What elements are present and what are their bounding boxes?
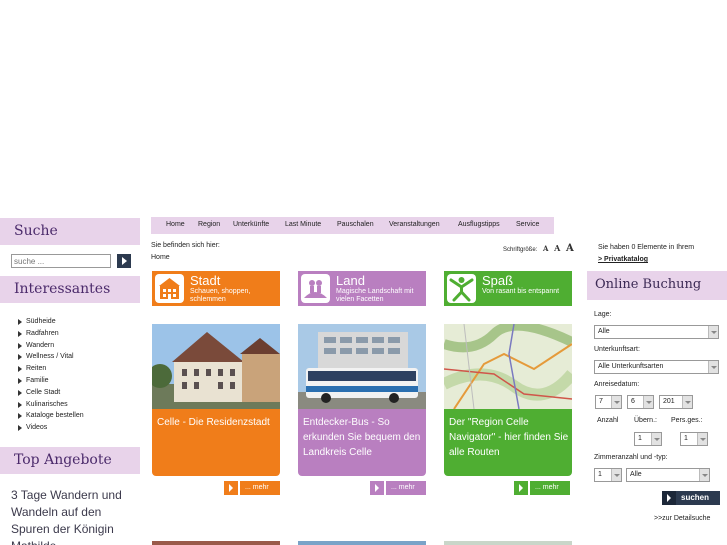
nav-ausflugstipps[interactable]: Ausflugstipps [458,221,500,228]
chevron-down-icon [651,433,661,445]
top-offers-heading: Top Angebote [0,447,140,474]
year-select[interactable]: 201 [659,395,693,409]
breadcrumb-home[interactable]: Home [151,254,170,261]
chevron-down-icon [697,433,707,445]
next-teaser-image [298,541,426,545]
top-offer-link[interactable]: 3 Tage Wandern und Wandeln auf den Spure… [11,487,139,545]
next-teaser-image [444,541,572,545]
teaser-text: Der "Region Celle Navigator" - hier find… [449,417,569,458]
chevron-down-icon [682,396,692,408]
chevron-down-icon [699,469,709,481]
nav-last-minute[interactable]: Last Minute [285,221,321,228]
font-size-label: Schriftgröße: [503,247,538,253]
interesting-link[interactable]: Südheide [16,316,84,328]
interesting-link[interactable]: Videos [16,422,84,434]
zimmer-label: Zimmeranzahl und -typ: [594,454,668,461]
nav-service[interactable]: Service [516,221,539,228]
next-teaser-image [152,541,280,545]
month-select[interactable]: 6 [627,395,654,409]
interesting-link[interactable]: Kulinarisches [16,399,84,411]
detail-search-link[interactable]: >>zur Detailsuche [654,515,710,522]
category-name: Spaß [482,273,514,288]
chevron-down-icon [708,326,718,338]
teaser-card-celle[interactable]: Celle - Die Residenzstadt [152,324,280,476]
nights-select[interactable]: 1 [634,432,662,446]
unterkunft-select[interactable]: Alle Unterkunftsarten [594,360,719,374]
teaser-text: Entdecker-Bus - So erkunden Sie bequem d… [303,417,421,458]
search-input[interactable] [11,254,111,268]
chevron-down-icon [643,396,653,408]
town-hall-icon [155,274,184,303]
teaser-card-bus[interactable]: Entdecker-Bus - So erkunden Sie bequem d… [298,324,426,476]
main-nav: Home Region Unterkünfte Last Minute Paus… [151,217,554,234]
font-size-switcher: Schriftgröße: A A A [503,243,574,254]
interesting-link[interactable]: Familie [16,375,84,387]
route-map-image [444,324,572,410]
font-size-medium[interactable]: A [554,243,560,253]
lage-label: Lage: [594,311,612,318]
booking-search-button[interactable]: suchen [662,491,720,505]
interesting-link[interactable]: Celle Stadt [16,387,84,399]
nav-home[interactable]: Home [166,221,185,228]
nav-unterkuenfte[interactable]: Unterkünfte [233,221,269,228]
interesting-link[interactable]: Wandern [16,340,84,352]
nav-region[interactable]: Region [198,221,220,228]
unterkunft-label: Unterkunftsart: [594,346,640,353]
interesting-link[interactable]: Kataloge bestellen [16,410,84,422]
pers-label: Pers.ges.: [671,417,703,424]
nav-veranstaltungen[interactable]: Veranstaltungen [389,221,440,228]
breadcrumb-label: Sie befinden sich hier: [151,242,220,249]
room-count-select[interactable]: 1 [594,468,622,482]
search-heading: Suche [0,218,140,245]
landscape-people-icon [301,274,330,303]
font-size-large[interactable]: A [566,243,574,254]
day-select[interactable]: 7 [595,395,622,409]
uebern-label: Übern.: [634,417,657,424]
private-catalog-link[interactable]: > Privatkatalog [598,256,648,263]
booking-title: Online Buchung [587,271,727,300]
anzahl-label: Anzahl [597,417,619,424]
interesting-link[interactable]: Wellness / Vital [16,351,84,363]
tour-bus-photo [298,324,426,409]
arrow-right-icon [662,491,676,505]
persons-select[interactable]: 1 [680,432,708,446]
interesting-list: Südheide Radfahren Wandern Wellness / Vi… [16,316,84,434]
chevron-down-icon [611,396,621,408]
nav-pauschalen[interactable]: Pauschalen [337,221,374,228]
room-type-select[interactable]: Alle [626,468,710,482]
category-subtitle: Schauen, shoppen, schlemmen [190,288,251,303]
jumping-person-icon [447,274,476,303]
category-name: Land [336,273,365,288]
interesting-link[interactable]: Reiten [16,363,84,375]
search-submit-button[interactable] [117,254,131,268]
lage-select[interactable]: Alle [594,325,719,339]
category-spass[interactable]: Spaß Von rasant bis entspannt [444,271,572,306]
category-stadt[interactable]: Stadt Schauen, shoppen, schlemmen [152,271,280,306]
teaser-text: Celle - Die Residenzstadt [157,417,270,428]
celle-townhouse-photo [152,324,280,409]
chevron-down-icon [611,469,621,481]
chevron-down-icon [708,361,718,373]
date-label: Anreisedatum: [594,381,640,388]
interesting-link[interactable]: Radfahren [16,328,84,340]
category-name: Stadt [190,273,221,288]
category-subtitle: Von rasant bis entspannt [482,288,560,295]
interesting-heading: Interessantes [0,276,140,303]
catalog-count-text: Sie haben 0 Elemente in Ihrem [598,244,695,251]
teaser-card-navigator[interactable]: Der "Region Celle Navigator" - hier find… [444,324,572,476]
font-size-small[interactable]: A [543,244,548,253]
category-subtitle: Magische Landschaft mit vielen Facetten [336,288,414,303]
category-land[interactable]: Land Magische Landschaft mit vielen Face… [298,271,426,306]
private-catalog-info: Sie haben 0 Elemente in Ihrem > Privatka… [598,242,723,266]
